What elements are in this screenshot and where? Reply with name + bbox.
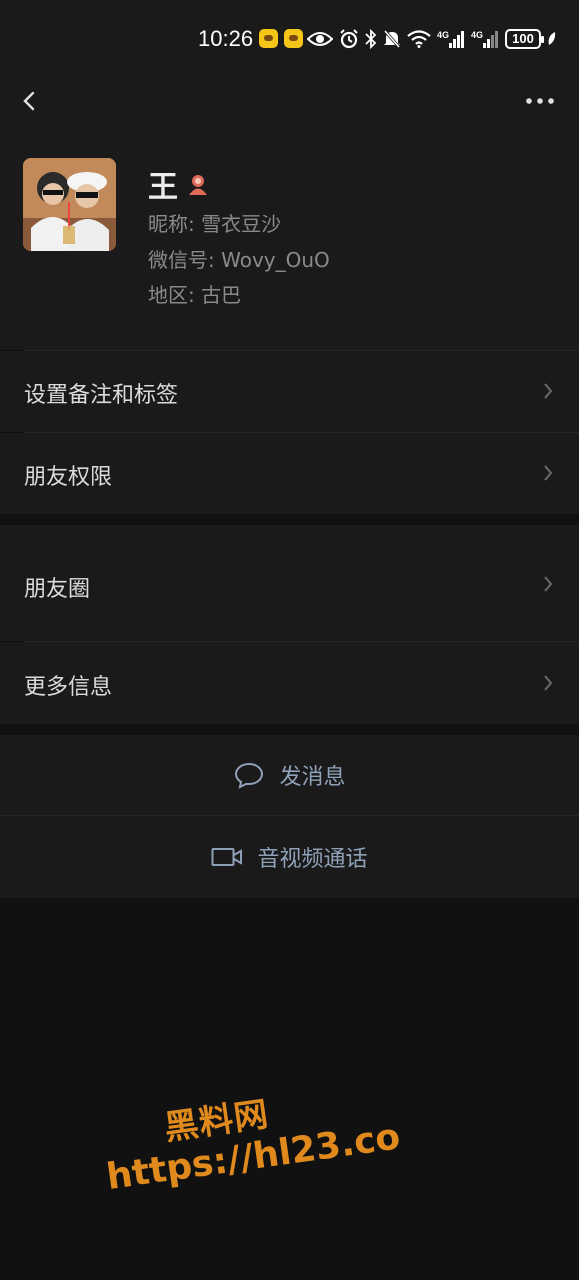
status-icons: 4G 4G 100 [307,28,557,50]
wechat-id-label: 微信号: [148,248,215,272]
mute-icon [383,30,401,48]
wechat-id-line: 微信号: Wovy_OuO [148,244,330,273]
app-badge-icon [259,29,278,48]
name-row: 王 [148,162,210,206]
video-call-button[interactable]: 音视频通话 [0,816,579,898]
signal-4g-icon: 4G [437,30,464,48]
battery-icon: 100 [505,29,544,49]
nickname-label: 昵称: [148,212,195,236]
video-call-label: 音视频通话 [257,847,368,872]
region-value: 古巴 [201,283,242,307]
remark-tags-label: 设置备注和标签 [24,383,179,408]
app-badge-icon [284,29,303,48]
chevron-left-icon[interactable] [14,84,48,118]
profile-name: 王 [148,170,178,205]
more-info-row[interactable]: 更多信息 [0,642,579,724]
friend-permissions-row[interactable]: 朋友权限 [0,433,579,514]
chat-bubble-icon [235,762,264,789]
video-camera-icon [211,848,243,866]
bluetooth-icon [365,29,377,49]
chevron-right-icon [544,383,553,399]
chevron-right-icon [544,465,553,481]
female-icon [189,175,207,195]
more-dots-icon[interactable] [523,86,557,116]
svg-text:4G: 4G [471,30,483,40]
friend-permissions-label: 朋友权限 [24,465,113,490]
status-time: 10:26 [198,26,254,51]
wechat-id-value: Wovy_OuO [221,248,330,272]
wifi-icon [407,30,431,48]
eye-icon [307,32,333,46]
alarm-icon [340,29,358,49]
top-nav [0,78,579,124]
moments-row[interactable]: 朋友圈 [0,525,579,641]
moments-label: 朋友圈 [24,577,91,602]
remark-tags-row[interactable]: 设置备注和标签 [0,351,579,432]
watermark: 黑料网 https://hl23.co [96,1055,430,1218]
send-message-label: 发消息 [279,765,346,790]
region-line: 地区: 古巴 [148,279,241,308]
region-label: 地区: [148,283,195,307]
signal-4g-icon: 4G [471,30,498,48]
chevron-right-icon [544,576,553,592]
avatar[interactable] [23,158,116,251]
leaf-icon [548,32,556,45]
chevron-right-icon [544,675,553,691]
avatar-photo [23,158,116,251]
status-bar: 10:26 4G 4G 100 [0,0,579,78]
send-message-button[interactable]: 发消息 [0,735,579,815]
more-info-label: 更多信息 [24,675,113,700]
svg-text:4G: 4G [437,30,449,40]
nickname-value: 雪衣豆沙 [201,212,282,236]
profile-header: 王 昵称: 雪衣豆沙 微信号: Wovy_OuO 地区: 古巴 [0,124,579,350]
nickname-line: 昵称: 雪衣豆沙 [148,208,281,237]
